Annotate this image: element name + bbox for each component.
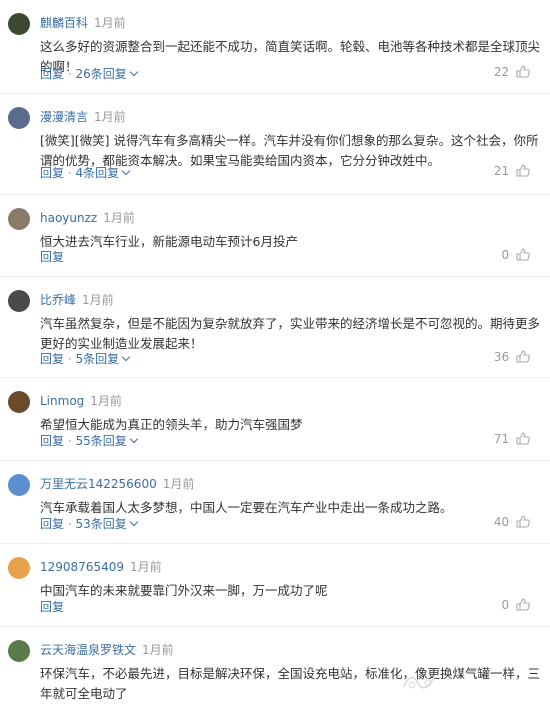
chevron-down-icon [129, 434, 139, 444]
avatar[interactable] [8, 107, 30, 129]
like-button[interactable]: 21 [494, 164, 530, 178]
username[interactable]: 万里无云142256600 [40, 477, 157, 491]
like-button[interactable]: 36 [494, 350, 530, 364]
comment-time: 1月前 [94, 110, 126, 124]
comment-text: 中国汽车的未来就要靠门外汉来一脚，万一成功了呢 [40, 583, 328, 598]
watermark-icon [403, 676, 435, 689]
comment-actions: 回复 · 4条回复 [40, 164, 131, 181]
reply-button[interactable]: 回复 [40, 517, 64, 531]
comment-author[interactable]: 麒麟百科 1月前 [40, 14, 126, 31]
comment-author[interactable]: haoyunzz 1月前 [40, 209, 135, 226]
replies-toggle[interactable]: 55条回复 [75, 434, 139, 448]
comment-time: 1月前 [142, 643, 174, 657]
username[interactable]: 麒麟百科 [40, 16, 88, 30]
comment-item: Linmog 1月前 希望恒大能成为真正的领头羊，助力汽车强国梦 回复 · 55条… [0, 378, 550, 461]
replies-toggle[interactable]: 53条回复 [75, 517, 139, 531]
replies-count: 26条回复 [75, 67, 127, 81]
comment-text: 恒大进去汽车行业，新能源电动车预计6月投产 [40, 234, 298, 249]
thumbs-up-icon [516, 432, 530, 445]
comment-author[interactable]: 漫漫清言 1月前 [40, 108, 126, 125]
username[interactable]: Linmog [40, 394, 84, 408]
like-count: 0 [501, 248, 510, 262]
like-count: 71 [493, 432, 510, 446]
replies-count: 5条回复 [75, 352, 120, 366]
thumbs-up-icon [516, 65, 530, 78]
replies-count: 53条回复 [75, 517, 127, 531]
avatar[interactable] [8, 474, 30, 496]
thumbs-up-icon [516, 164, 530, 177]
comment-actions: 回复 · 5条回复 [40, 350, 131, 367]
replies-toggle[interactable]: 5条回复 [75, 352, 131, 366]
comment-actions: 回复 · 26条回复 [40, 65, 139, 82]
comment-actions: 回复 [40, 248, 64, 265]
replies-count: 4条回复 [75, 166, 120, 180]
comment-text: 环保汽车，不必最先进，目标是解决环保，全国设充电站，标准化，像更换煤气罐一样，三… [40, 666, 541, 701]
thumbs-up-icon [516, 598, 530, 611]
comment-time: 1月前 [103, 211, 135, 225]
username[interactable]: 云天海温泉罗铁文 [40, 643, 136, 657]
like-count: 0 [501, 598, 510, 612]
avatar[interactable] [8, 13, 30, 35]
reply-button[interactable]: 回复 [40, 600, 64, 614]
comment-item: 比乔峰 1月前 汽车虽然复杂，但是不能因为复杂就放弃了，实业带来的经济增长是不可忽… [0, 277, 550, 378]
username[interactable]: haoyunzz [40, 211, 97, 225]
username[interactable]: 12908765409 [40, 560, 124, 574]
like-count: 22 [493, 65, 510, 79]
reply-button[interactable]: 回复 [40, 434, 64, 448]
replies-toggle[interactable]: 4条回复 [75, 166, 131, 180]
comment-time: 1月前 [94, 16, 126, 30]
comment-author[interactable]: 比乔峰 1月前 [40, 291, 114, 308]
comment-author[interactable]: 万里无云142256600 1月前 [40, 475, 194, 492]
comment-item: 万里无云142256600 1月前 汽车承载着国人太多梦想，中国人一定要在汽车产业… [0, 461, 550, 544]
like-button[interactable]: 22 [494, 65, 530, 79]
avatar[interactable] [8, 290, 30, 312]
like-button[interactable]: 0 [502, 598, 530, 612]
chevron-down-icon [121, 352, 131, 362]
avatar[interactable] [8, 208, 30, 230]
thumbs-up-icon [516, 248, 530, 261]
comment-item: 麒麟百科 1月前 这么多好的资源整合到一起还能不成功，简直笑话啊。轮毂、电池等各种… [0, 0, 550, 94]
like-count: 21 [493, 164, 510, 178]
avatar[interactable] [8, 640, 30, 662]
thumbs-up-icon [516, 350, 530, 363]
reply-button[interactable]: 回复 [40, 166, 64, 180]
avatar[interactable] [8, 391, 30, 413]
like-count: 36 [493, 350, 510, 364]
comment-actions: 回复 · 53条回复 [40, 515, 139, 532]
username[interactable]: 比乔峰 [40, 293, 76, 307]
comment-item: 漫漫清言 1月前 [微笑][微笑] 说得汽车有多高精尖一样。汽车并没有你们想象的那… [0, 94, 550, 195]
like-button[interactable]: 0 [502, 248, 530, 262]
comment-item: 12908765409 1月前 中国汽车的未来就要靠门外汉来一脚，万一成功了呢 回… [0, 544, 550, 627]
comment-item: haoyunzz 1月前 恒大进去汽车行业，新能源电动车预计6月投产 回复 0 [0, 195, 550, 277]
comment-actions: 回复 [40, 598, 64, 615]
chevron-down-icon [129, 517, 139, 527]
username[interactable]: 漫漫清言 [40, 110, 88, 124]
like-button[interactable]: 71 [494, 432, 530, 446]
replies-count: 55条回复 [75, 434, 127, 448]
comment-author[interactable]: Linmog 1月前 [40, 392, 122, 409]
chevron-down-icon [121, 166, 131, 176]
like-count: 40 [493, 515, 510, 529]
replies-toggle[interactable]: 26条回复 [75, 67, 139, 81]
comment-text: 汽车虽然复杂，但是不能因为复杂就放弃了，实业带来的经济增长是不可忽视的。期待更多… [40, 316, 541, 351]
comment-time: 1月前 [162, 477, 195, 491]
reply-button[interactable]: 回复 [40, 250, 64, 264]
comment-actions: 回复 · 55条回复 [40, 432, 139, 449]
comment-list: 麒麟百科 1月前 这么多好的资源整合到一起还能不成功，简直笑话啊。轮毂、电池等各种… [0, 0, 550, 701]
comment-time: 1月前 [82, 293, 114, 307]
thumbs-up-icon [516, 515, 530, 528]
reply-button[interactable]: 回复 [40, 67, 64, 81]
comment-item: 云天海温泉罗铁文 1月前 环保汽车，不必最先进，目标是解决环保，全国设充电站，标准… [0, 627, 550, 701]
avatar[interactable] [8, 557, 30, 579]
comment-author[interactable]: 12908765409 1月前 [40, 558, 162, 575]
like-button[interactable]: 40 [494, 515, 530, 529]
comment-time: 1月前 [129, 560, 162, 574]
chevron-down-icon [129, 67, 139, 77]
comment-time: 1月前 [90, 394, 122, 408]
comment-author[interactable]: 云天海温泉罗铁文 1月前 [40, 641, 174, 658]
reply-button[interactable]: 回复 [40, 352, 64, 366]
